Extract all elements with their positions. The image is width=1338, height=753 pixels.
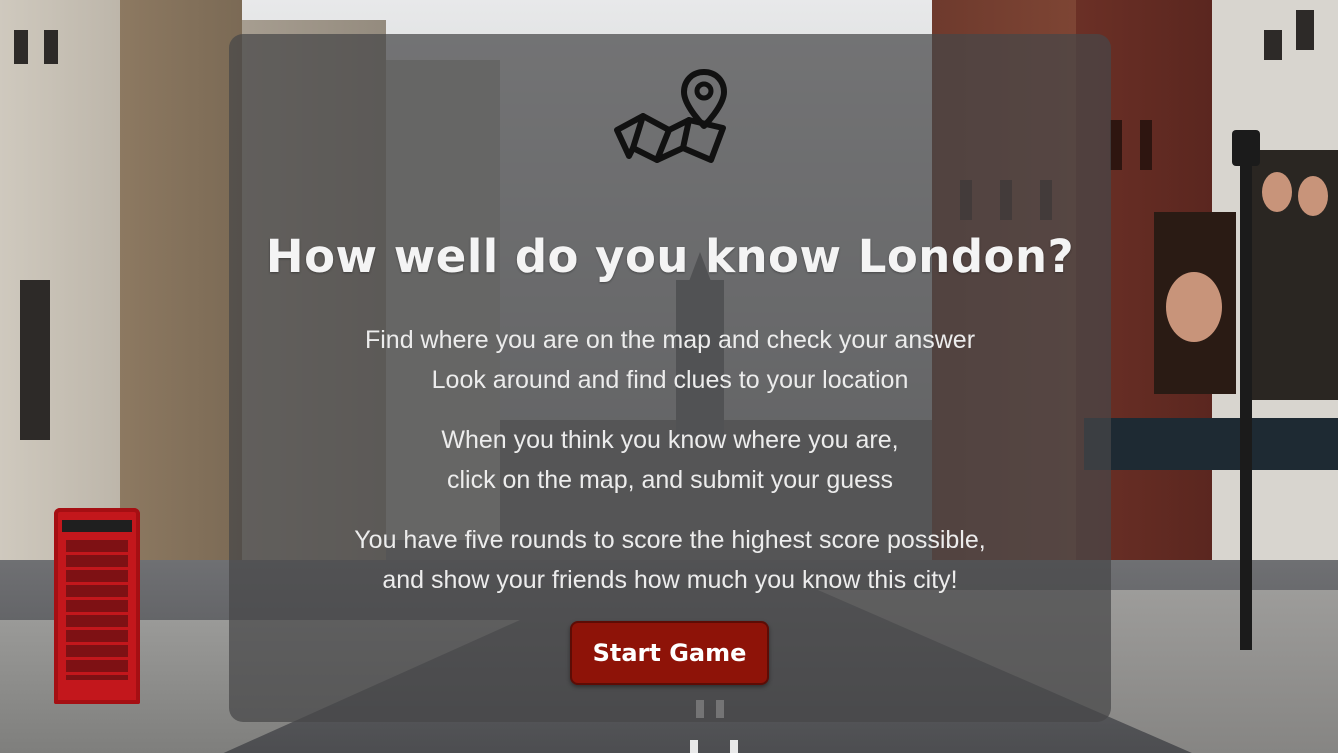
lane-marking — [690, 740, 698, 753]
window — [20, 280, 50, 440]
lane-marking — [730, 740, 738, 753]
window — [14, 30, 28, 64]
telephone-box-windows — [66, 540, 128, 680]
instructions-paragraph: When you think you know where you are, c… — [229, 420, 1111, 500]
instruction-line: Look around and find clues to your locat… — [431, 366, 909, 394]
window — [44, 30, 58, 64]
poster-face — [1166, 272, 1222, 342]
instruction-line: When you think you know where you are, — [441, 426, 899, 454]
instruction-line: Find where you are on the map and check … — [364, 326, 976, 354]
telephone-sign — [62, 520, 132, 532]
lamp-post — [1240, 140, 1252, 650]
instructions-paragraph: Find where you are on the map and check … — [229, 320, 1111, 400]
window — [1296, 10, 1314, 50]
instruction-line: and show your friends how much you know … — [382, 566, 958, 594]
instruction-line: You have five rounds to score the highes… — [354, 526, 986, 554]
map-pin-icon — [614, 69, 727, 163]
start-game-button[interactable]: Start Game — [570, 621, 769, 685]
theatre-awning — [1084, 418, 1338, 470]
instructions-paragraph: You have five rounds to score the highes… — [229, 520, 1111, 600]
window — [1110, 120, 1122, 170]
poster-face — [1298, 176, 1328, 216]
page-title: How well do you know London? — [265, 230, 1075, 283]
window — [1140, 120, 1152, 170]
intro-card: How well do you know London? Find where … — [229, 34, 1111, 722]
instruction-line: click on the map, and submit your guess — [446, 466, 894, 494]
poster-face — [1262, 172, 1292, 212]
window — [1264, 30, 1282, 60]
lamp-head — [1232, 130, 1260, 166]
